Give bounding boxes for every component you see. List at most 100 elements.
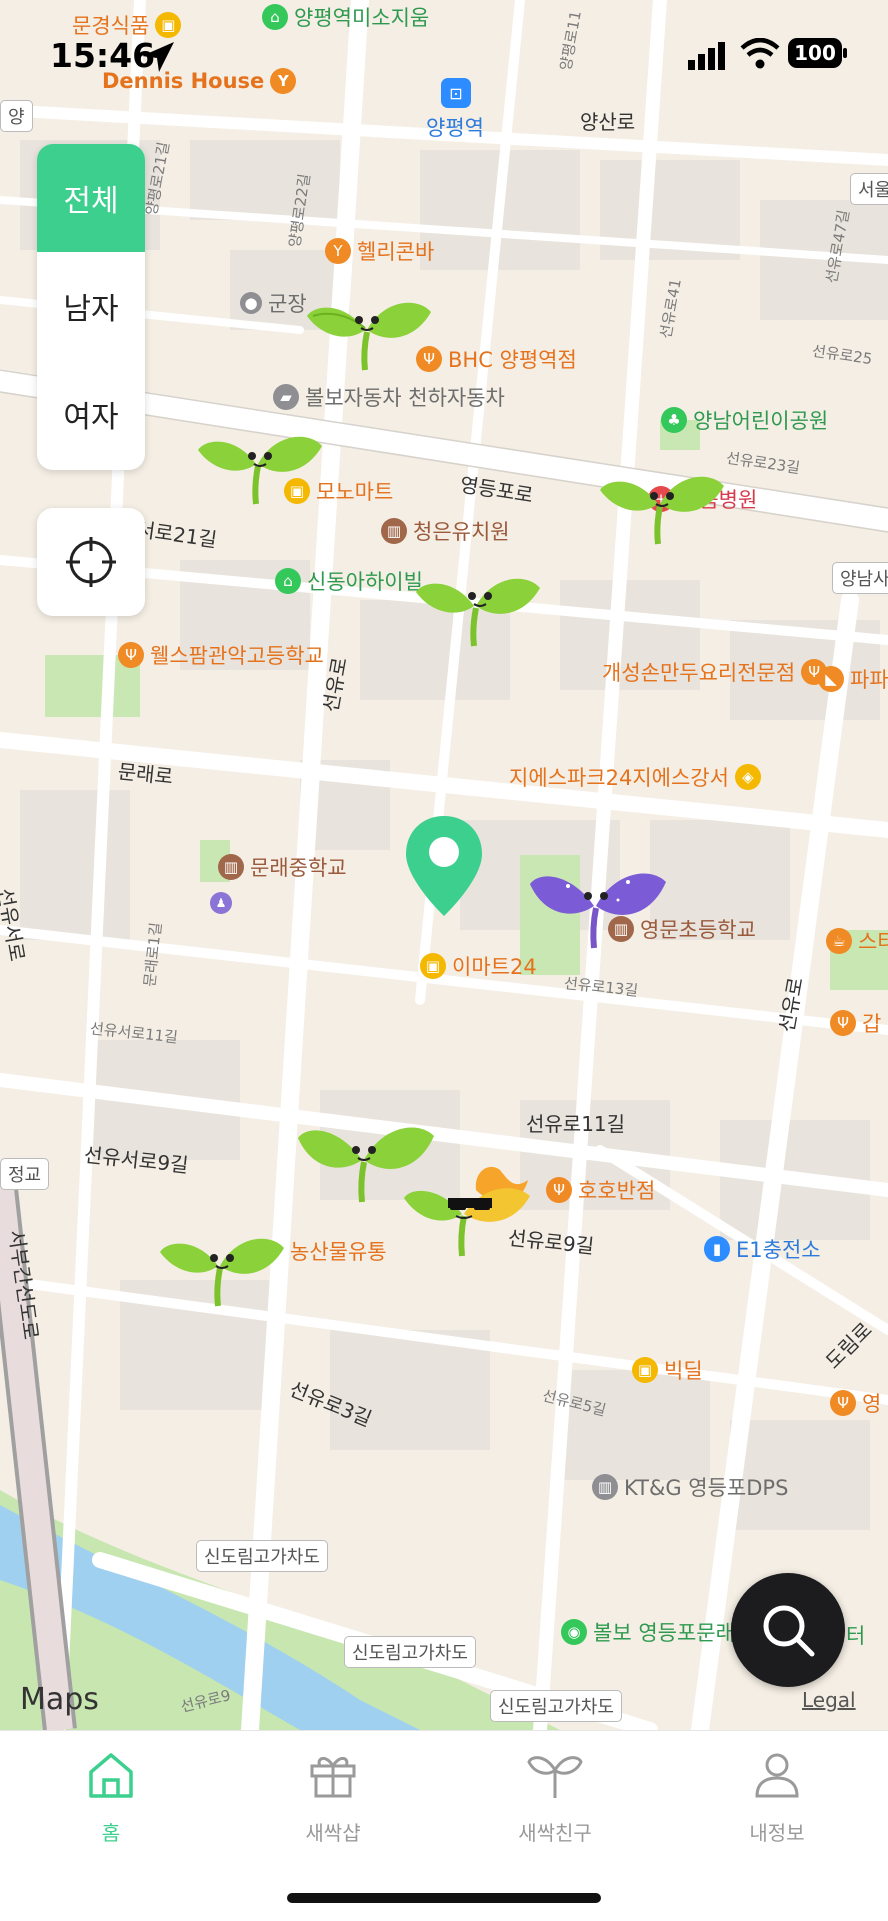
poi-label: E1충전소 (736, 1238, 821, 1262)
poi-label: 빅딜 (664, 1359, 703, 1383)
poi-label: 영 (862, 1392, 882, 1416)
filter-all[interactable]: 전체 (37, 144, 145, 252)
poi-wellsfarm[interactable]: Ψ 웰스팜관악고등학교 (118, 640, 324, 670)
poi-label: 웰스팜관악고등학교 (150, 644, 324, 668)
poi-volvo-yeongdeungpo[interactable]: ◉ 볼보 영등포문래 (561, 1617, 735, 1647)
poi-gunjang[interactable]: ● 군장 (240, 288, 307, 318)
filter-male[interactable]: 남자 (37, 252, 145, 360)
road-sign: 양 (0, 100, 33, 132)
purple-sprout-avatar[interactable] (528, 856, 668, 951)
tab-friends[interactable]: 새싹친구 (444, 1731, 666, 1861)
crosshair-icon (66, 537, 116, 587)
school-icon: ▥ (218, 854, 244, 880)
poi-label: 스타 (858, 930, 888, 954)
food-icon: Ψ (546, 1177, 572, 1203)
tab-profile[interactable]: 내정보 (666, 1731, 888, 1861)
home-indicator (287, 1893, 601, 1903)
poi-hoho-banjeom[interactable]: Ψ 호호반점 (546, 1175, 655, 1205)
poi-yeong[interactable]: Ψ영 (830, 1388, 881, 1418)
apartment-icon: ⌂ (275, 568, 301, 594)
poi-cheongeun-kindergarten[interactable]: ▥ 청은유치원 (381, 516, 510, 546)
poi-teo[interactable]: 터 (846, 1620, 865, 1650)
poi-sindonga-highvill[interactable]: ⌂ 신동아하이빌 (275, 566, 423, 596)
sprout-icon (527, 1756, 583, 1798)
legal-link[interactable]: Legal (802, 1688, 856, 1712)
poi-nongsanmul[interactable]: 농산물유통 (290, 1236, 387, 1266)
current-location-button[interactable] (37, 508, 145, 616)
gift-icon (310, 1757, 356, 1798)
sprout-avatar[interactable] (305, 282, 435, 372)
building-icon: ▥ (592, 1474, 618, 1500)
sprout-avatar[interactable] (158, 1218, 288, 1308)
poi-label: 헬리콘바 (357, 240, 435, 264)
poi-label: 신동아하이빌 (307, 570, 423, 594)
poi-e1-station[interactable]: ▮ E1충전소 (704, 1234, 821, 1264)
shop-icon: ▣ (420, 953, 446, 979)
poi-yangpyeong-misojium[interactable]: ⌂ 양평역미소지움 (262, 2, 429, 32)
sprout-avatar[interactable] (598, 456, 728, 546)
poi-papa[interactable]: ◣ 파파 (818, 664, 888, 694)
pizza-icon: ◣ (818, 666, 844, 692)
poi-label: 개성손만두요리전문점 (602, 661, 796, 685)
poi-label: BHC 양평역점 (448, 348, 577, 372)
road-sign: 양남사 (832, 562, 888, 594)
road-sign: 정교 (0, 1158, 50, 1190)
poi-label: 양남어린이공원 (693, 409, 829, 433)
sprout-avatar[interactable] (414, 558, 544, 648)
location-pin-icon[interactable] (404, 814, 484, 918)
subway-icon: ⊡ (441, 78, 471, 108)
road-sign: 신도림고가차도 (344, 1636, 476, 1668)
car-icon: ▰ (273, 384, 299, 410)
poi-emart24[interactable]: ▣ 이마트24 (420, 951, 537, 981)
cool-sprout-avatar[interactable] (404, 1160, 534, 1260)
poi-munrae-middle-school[interactable]: ▥ 문래중학교 (218, 852, 347, 882)
poi-gap[interactable]: Ψ갑 (830, 1008, 881, 1038)
battery-level: 100 (794, 41, 836, 65)
poi-label: 터 (846, 1624, 866, 1648)
food-icon: Ψ (830, 1390, 856, 1416)
search-icon (763, 1605, 815, 1657)
gender-filter: 전체 남자 여자 (37, 144, 145, 470)
road-sign: 신도림고가차도 (490, 1690, 622, 1722)
poi-label: 문래중학교 (250, 856, 347, 880)
road-label: 양산로 (580, 110, 636, 134)
tab-shop[interactable]: 새싹샵 (222, 1731, 444, 1861)
poi-volvo-cheonha[interactable]: ▰ 볼보자동차 천하자동차 (273, 382, 505, 412)
poi-yangnam-park[interactable]: ♣ 양남어린이공원 (661, 405, 828, 435)
home-icon (89, 1753, 133, 1798)
poi-bigdeal[interactable]: ▣ 빅딜 (632, 1355, 703, 1385)
signal-icon (688, 42, 725, 70)
battery-icon: 100 (788, 38, 842, 68)
poi-label: 농산물유통 (290, 1240, 387, 1264)
poi-label: 지에스파크24지에스강서 (509, 766, 729, 790)
poi-gaeseong-mandu[interactable]: 개성손만두요리전문점 Ψ (602, 657, 828, 687)
poi-label: 청은유치원 (413, 520, 510, 544)
filter-female[interactable]: 여자 (37, 360, 145, 468)
cafe-icon: ☕ (826, 928, 852, 954)
tab-label: 홈 (101, 1821, 121, 1845)
search-button[interactable] (731, 1573, 845, 1687)
tab-home[interactable]: 홈 (0, 1731, 222, 1861)
poi-ktg-dps[interactable]: ▥ KT&G 영등포DPS (592, 1472, 788, 1502)
road-sign: 서울 (850, 173, 888, 205)
poi-label: Dennis House (102, 69, 265, 93)
poi-munkyeong[interactable]: 문경식품 ▣ (72, 10, 182, 40)
poi-yangpyeong-station[interactable]: 양평역 (426, 112, 484, 142)
food-icon: Ψ (830, 1010, 856, 1036)
poi-label: 볼보자동차 천하자동차 (305, 386, 505, 410)
poi-label: 갑 (862, 1012, 882, 1036)
poi-bhc[interactable]: Ψ BHC 양평역점 (416, 344, 577, 374)
road-label: 문래로 (116, 759, 175, 789)
road-sign: 신도림고가차도 (196, 1540, 328, 1572)
school-icon: ▥ (381, 518, 407, 544)
fuel-icon: ▮ (704, 1236, 730, 1262)
place-icon: ● (240, 292, 262, 314)
poi-gs-park24[interactable]: 지에스파크24지에스강서 ◈ (509, 762, 761, 792)
pin-icon: ◉ (561, 1619, 587, 1645)
poi-helicon-bar[interactable]: Y 헬리콘바 (325, 236, 434, 266)
poi-dennis-house[interactable]: Dennis House Y (102, 68, 297, 94)
poi-star[interactable]: ☕ 스타 (826, 926, 888, 956)
sprout-avatar[interactable] (196, 416, 326, 506)
poi-label: 볼보 영등포문래 (593, 1621, 735, 1645)
maps-attribution: Maps (20, 1682, 99, 1717)
